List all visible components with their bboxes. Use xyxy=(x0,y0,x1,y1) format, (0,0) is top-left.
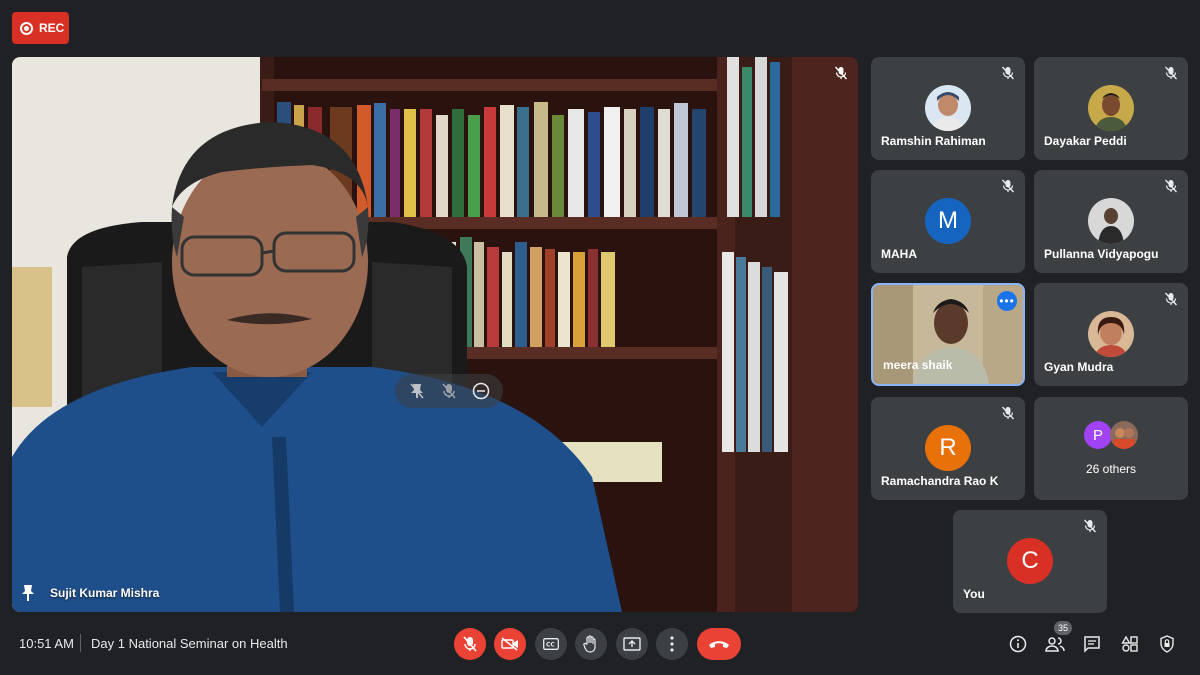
muted-mic-icon xyxy=(1164,292,1178,306)
participant-tile[interactable]: M MAHA xyxy=(871,170,1025,273)
record-icon xyxy=(20,21,33,35)
avatar-initial: M xyxy=(938,207,958,234)
avatar-initial: C xyxy=(1021,547,1039,574)
pinned-icon xyxy=(22,585,34,601)
speaker-video-frame xyxy=(12,57,858,612)
leave-call-button[interactable] xyxy=(697,628,741,660)
muted-mic-icon xyxy=(1001,406,1015,420)
hand-icon xyxy=(583,635,596,653)
muted-mic-icon xyxy=(834,66,848,80)
closed-captions-icon: CC xyxy=(543,638,559,650)
participant-tile[interactable]: Gyan Mudra xyxy=(1034,283,1188,386)
tile-hover-controls xyxy=(395,374,503,408)
avatar xyxy=(1110,421,1138,449)
main-speaker-video[interactable] xyxy=(12,57,858,612)
mute-participant-icon[interactable] xyxy=(439,381,459,401)
people-button[interactable] xyxy=(1044,633,1066,655)
participant-name: Dayakar Peddi xyxy=(1044,134,1127,148)
participant-tile[interactable]: Ramshin Rahiman xyxy=(871,57,1025,160)
present-screen-button[interactable] xyxy=(616,628,648,660)
meet-window: REC Sujit Kumar Mishra Ramshin Rahiman D… xyxy=(0,0,1200,675)
avatar-initial: P xyxy=(1092,426,1103,444)
avatar-initial: R xyxy=(939,434,957,461)
hang-up-icon xyxy=(709,641,729,648)
muted-mic-icon xyxy=(1164,66,1178,80)
self-tile[interactable]: C You xyxy=(953,510,1107,613)
camera-toggle-button[interactable] xyxy=(494,628,526,660)
host-controls-button[interactable] xyxy=(1156,633,1178,655)
clock: 10:51 AM xyxy=(19,636,74,651)
main-speaker-name: Sujit Kumar Mishra xyxy=(50,586,160,600)
microphone-toggle-button[interactable] xyxy=(454,628,486,660)
participant-tile[interactable]: R Ramachandra Rao K xyxy=(871,397,1025,500)
chat-button[interactable] xyxy=(1081,633,1103,655)
more-vert-icon xyxy=(670,636,674,652)
raise-hand-button[interactable] xyxy=(575,628,607,660)
avatar: C xyxy=(1007,538,1053,584)
participant-name: meera shaik xyxy=(883,358,953,372)
others-count: 26 others xyxy=(1085,462,1137,476)
participant-tile[interactable]: Pullanna Vidyapogu xyxy=(1034,170,1188,273)
avatar xyxy=(1088,198,1134,244)
bottom-toolbar: 10:51 AM Day 1 National Seminar on Healt… xyxy=(0,620,1200,675)
mic-off-icon xyxy=(463,636,477,652)
camera-off-icon xyxy=(501,637,518,651)
activities-button[interactable] xyxy=(1119,633,1141,655)
avatar: P xyxy=(1084,421,1112,449)
avatar: M xyxy=(925,198,971,244)
pin-icon[interactable] xyxy=(407,381,427,401)
people-icon xyxy=(1045,637,1065,652)
divider xyxy=(80,634,81,652)
meeting-title: Day 1 National Seminar on Health xyxy=(91,636,288,651)
participant-name: Gyan Mudra xyxy=(1044,360,1114,374)
svg-text:CC: CC xyxy=(546,642,555,649)
present-icon xyxy=(623,637,641,651)
muted-mic-icon xyxy=(1083,519,1097,533)
muted-mic-icon xyxy=(1001,179,1015,193)
chat-icon xyxy=(1084,636,1100,653)
recording-label: REC xyxy=(39,21,65,35)
participant-name: Pullanna Vidyapogu xyxy=(1044,247,1159,261)
more-options-button[interactable] xyxy=(656,628,688,660)
participant-name: You xyxy=(963,587,985,601)
avatar xyxy=(925,85,971,131)
recording-indicator[interactable]: REC xyxy=(12,12,69,44)
meeting-details-button[interactable] xyxy=(1007,633,1029,655)
shield-lock-icon xyxy=(1160,635,1174,653)
info-icon xyxy=(1009,635,1027,653)
remove-participant-icon[interactable] xyxy=(471,381,491,401)
avatar xyxy=(1088,85,1134,131)
participant-name: Ramshin Rahiman xyxy=(881,134,986,148)
more-options-button[interactable]: ••• xyxy=(997,291,1017,311)
muted-mic-icon xyxy=(1001,66,1015,80)
activities-icon xyxy=(1121,635,1138,652)
muted-mic-icon xyxy=(1164,179,1178,193)
avatar xyxy=(1088,311,1134,357)
participant-name: MAHA xyxy=(881,247,917,261)
participant-name: Ramachandra Rao K xyxy=(881,474,999,488)
avatar: R xyxy=(925,425,971,471)
captions-button[interactable]: CC xyxy=(535,628,567,660)
participant-tile[interactable]: Dayakar Peddi xyxy=(1034,57,1188,160)
participant-tile-active[interactable]: ••• meera shaik xyxy=(871,283,1025,386)
others-tile[interactable]: P 26 others xyxy=(1034,397,1188,500)
people-count-badge: 35 xyxy=(1054,621,1072,635)
